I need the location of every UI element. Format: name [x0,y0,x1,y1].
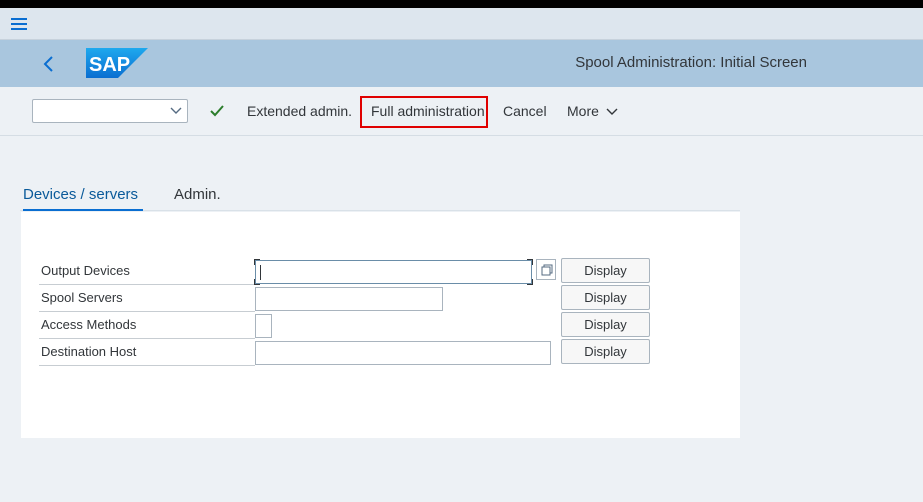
toolbar: Extended admin. Full administration Canc… [0,87,923,136]
svg-text:SAP: SAP [89,54,130,76]
form-row-destination-host: Destination Host Display [39,339,659,366]
form-row-output-devices: Output Devices Display [39,258,659,285]
access-methods-label: Access Methods [39,312,255,339]
output-devices-label: Output Devices [39,258,255,285]
chevron-left-icon [43,56,53,72]
more-label: More [567,103,599,119]
checkmark-icon [210,105,224,117]
active-tab-indicator [23,209,143,211]
enter-button[interactable] [210,104,224,122]
form-row-access-methods: Access Methods Display [39,312,659,339]
tab-content-panel: Output Devices Display Spool Servers Dis… [21,212,740,438]
spool-servers-label: Spool Servers [39,285,255,312]
access-methods-input[interactable] [255,314,272,338]
display-access-methods-button[interactable]: Display [561,312,650,337]
command-dropdown[interactable] [32,99,188,123]
output-devices-input[interactable] [254,259,533,285]
spool-servers-input[interactable] [255,287,443,311]
display-spool-servers-button[interactable]: Display [561,285,650,310]
full-administration-button[interactable]: Full administration [371,98,485,125]
chevron-down-icon [606,108,618,116]
display-output-devices-button[interactable]: Display [561,258,650,283]
tab-devices-servers[interactable]: Devices / servers [23,186,138,203]
destination-host-input[interactable] [255,341,551,365]
cancel-button[interactable]: Cancel [503,98,547,125]
value-help-icon [541,264,553,276]
tab-admin[interactable]: Admin. [174,186,221,203]
value-help-button[interactable] [536,259,556,280]
menu-bar [0,8,923,40]
page-title: Spool Administration: Initial Screen [575,54,807,71]
form-row-spool-servers: Spool Servers Display [39,285,659,312]
display-destination-host-button[interactable]: Display [561,339,650,364]
back-button[interactable] [38,50,62,78]
hamburger-icon[interactable] [11,18,27,31]
tab-bar: Devices / servers Admin. [20,178,740,211]
focus-corner [527,259,533,265]
chevron-down-icon [170,107,182,114]
top-black-bar [0,0,923,8]
shell-bar: SAP Spool Administration: Initial Screen [0,40,923,87]
sap-logo: SAP [86,48,148,78]
extended-admin-button[interactable]: Extended admin. [247,98,352,125]
more-button[interactable]: More [567,98,618,125]
focus-corner [254,259,260,265]
text-cursor [260,265,261,280]
destination-host-label: Destination Host [39,339,255,366]
